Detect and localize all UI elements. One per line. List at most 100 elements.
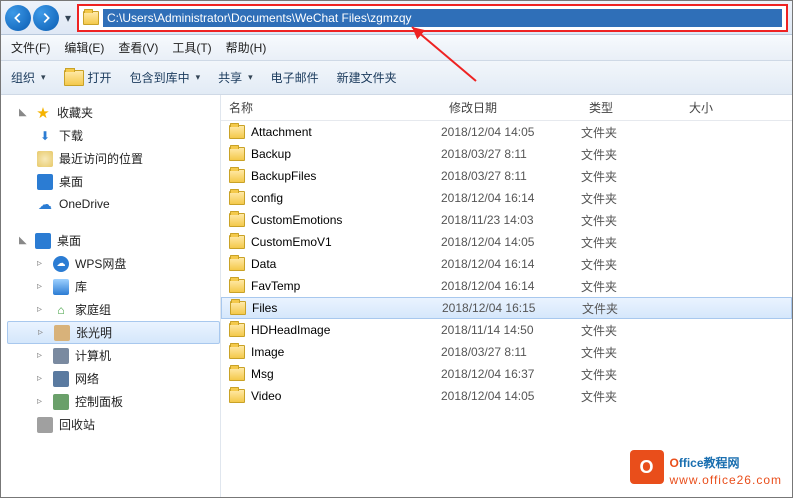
address-path[interactable]: C:\Users\Administrator\Documents\WeChat …	[103, 9, 782, 27]
expand-icon[interactable]: ▹	[37, 304, 47, 315]
folder-icon	[229, 345, 245, 359]
file-type: 文件夹	[581, 388, 681, 405]
address-bar[interactable]: C:\Users\Administrator\Documents\WeChat …	[77, 4, 788, 32]
computer-icon	[53, 348, 69, 364]
sidebar-label: 收藏夹	[57, 104, 93, 121]
column-name[interactable]: 名称	[221, 99, 441, 116]
expand-icon[interactable]: ▹	[38, 327, 48, 338]
table-row[interactable]: HDHeadImage2018/11/14 14:50文件夹	[221, 319, 792, 341]
expand-icon[interactable]: ▹	[37, 350, 47, 361]
table-row[interactable]: Attachment2018/12/04 14:05文件夹	[221, 121, 792, 143]
folder-icon	[229, 235, 245, 249]
watermark: O Office教程网 www.office26.com	[630, 447, 783, 487]
sidebar-homegroup[interactable]: ▹ ⌂ 家庭组	[7, 298, 220, 321]
desktop-icon	[37, 174, 53, 190]
sidebar-desktop-fav[interactable]: 桌面	[7, 170, 220, 193]
user-icon	[54, 325, 70, 341]
watermark-logo-icon: O	[630, 450, 664, 484]
sidebar-recent[interactable]: 最近访问的位置	[7, 147, 220, 170]
table-row[interactable]: Backup2018/03/27 8:11文件夹	[221, 143, 792, 165]
control-panel-icon	[53, 394, 69, 410]
sidebar-libraries[interactable]: ▹ 库	[7, 275, 220, 298]
table-row[interactable]: Msg2018/12/04 16:37文件夹	[221, 363, 792, 385]
file-type: 文件夹	[581, 256, 681, 273]
menu-file[interactable]: 文件(F)	[11, 39, 50, 56]
column-size[interactable]: 大小	[681, 99, 761, 116]
cloud-icon: ☁	[37, 196, 53, 212]
expand-icon[interactable]: ▹	[37, 258, 47, 269]
folder-icon	[229, 125, 245, 139]
sidebar-user[interactable]: ▹ 张光明	[7, 321, 220, 344]
sidebar-downloads[interactable]: ⬇ 下载	[7, 124, 220, 147]
folder-icon	[229, 367, 245, 381]
file-date: 2018/03/27 8:11	[441, 169, 581, 183]
recycle-bin-icon	[37, 417, 53, 433]
new-folder-button[interactable]: 新建文件夹	[337, 69, 397, 86]
file-date: 2018/11/23 14:03	[441, 213, 581, 227]
wps-icon: ☁	[53, 256, 69, 272]
file-type: 文件夹	[581, 168, 681, 185]
table-row[interactable]: FavTemp2018/12/04 16:14文件夹	[221, 275, 792, 297]
table-row[interactable]: Image2018/03/27 8:11文件夹	[221, 341, 792, 363]
file-date: 2018/12/04 16:14	[441, 279, 581, 293]
sidebar-network[interactable]: ▹ 网络	[7, 367, 220, 390]
expand-icon[interactable]: ▹	[37, 373, 47, 384]
include-library-button[interactable]: 包含到库中	[130, 69, 201, 86]
file-type: 文件夹	[581, 190, 681, 207]
file-type: 文件夹	[581, 278, 681, 295]
file-name: Files	[252, 301, 277, 315]
sidebar-desktop[interactable]: ◣ 桌面	[7, 229, 220, 252]
menu-view[interactable]: 查看(V)	[118, 39, 158, 56]
forward-button[interactable]	[33, 5, 59, 31]
file-name: CustomEmoV1	[251, 235, 332, 249]
menu-help[interactable]: 帮助(H)	[226, 39, 267, 56]
expand-icon[interactable]: ▹	[37, 281, 47, 292]
table-row[interactable]: Video2018/12/04 14:05文件夹	[221, 385, 792, 407]
column-type[interactable]: 类型	[581, 99, 681, 116]
sidebar-onedrive[interactable]: ☁ OneDrive	[7, 193, 220, 215]
sidebar-computer[interactable]: ▹ 计算机	[7, 344, 220, 367]
history-dropdown[interactable]: ▾	[61, 8, 75, 28]
back-button[interactable]	[5, 5, 31, 31]
sidebar-label: 库	[75, 278, 87, 295]
file-list-pane: 名称 修改日期 类型 大小 Attachment2018/12/04 14:05…	[221, 95, 792, 497]
file-date: 2018/03/27 8:11	[441, 345, 581, 359]
email-button[interactable]: 电子邮件	[271, 69, 319, 86]
sidebar-wps[interactable]: ▹ ☁ WPS网盘	[7, 252, 220, 275]
file-name: Video	[251, 389, 281, 403]
menu-edit[interactable]: 编辑(E)	[64, 39, 104, 56]
share-button[interactable]: 共享	[218, 69, 253, 86]
open-button[interactable]: 打开	[64, 69, 112, 86]
file-name: Image	[251, 345, 284, 359]
expand-icon[interactable]: ▹	[37, 396, 47, 407]
file-name: Data	[251, 257, 276, 271]
watermark-brand: Office教程网	[670, 447, 783, 473]
table-row[interactable]: Files2018/12/04 16:15文件夹	[221, 297, 792, 319]
folder-icon	[229, 323, 245, 337]
table-row[interactable]: CustomEmotions2018/11/23 14:03文件夹	[221, 209, 792, 231]
table-row[interactable]: BackupFiles2018/03/27 8:11文件夹	[221, 165, 792, 187]
file-date: 2018/12/04 16:14	[441, 257, 581, 271]
folder-icon	[230, 301, 246, 315]
table-row[interactable]: Data 2018/12/04 16:14文件夹	[221, 253, 792, 275]
arrow-left-icon	[11, 11, 25, 25]
menu-tools[interactable]: 工具(T)	[172, 39, 211, 56]
sidebar-favorites[interactable]: ◣ ★ 收藏夹	[7, 101, 220, 124]
collapse-icon[interactable]: ◣	[19, 107, 29, 118]
file-name: config	[251, 191, 283, 205]
body-split: ◣ ★ 收藏夹 ⬇ 下载 最近访问的位置 桌面 ☁	[1, 95, 792, 497]
table-row[interactable]: CustomEmoV1 2018/12/04 14:05文件夹	[221, 231, 792, 253]
folder-icon	[229, 169, 245, 183]
folder-icon	[229, 147, 245, 161]
file-name: Backup	[251, 147, 291, 161]
column-date[interactable]: 修改日期	[441, 99, 581, 116]
desktop-icon	[35, 233, 51, 249]
file-date: 2018/12/04 14:05	[441, 235, 581, 249]
collapse-icon[interactable]: ◣	[19, 235, 29, 246]
sidebar-recycle-bin[interactable]: 回收站	[7, 413, 220, 436]
table-row[interactable]: config2018/12/04 16:14文件夹	[221, 187, 792, 209]
sidebar-control-panel[interactable]: ▹ 控制面板	[7, 390, 220, 413]
file-type: 文件夹	[581, 234, 681, 251]
sidebar-label: 计算机	[75, 347, 111, 364]
organize-button[interactable]: 组织	[11, 69, 46, 86]
